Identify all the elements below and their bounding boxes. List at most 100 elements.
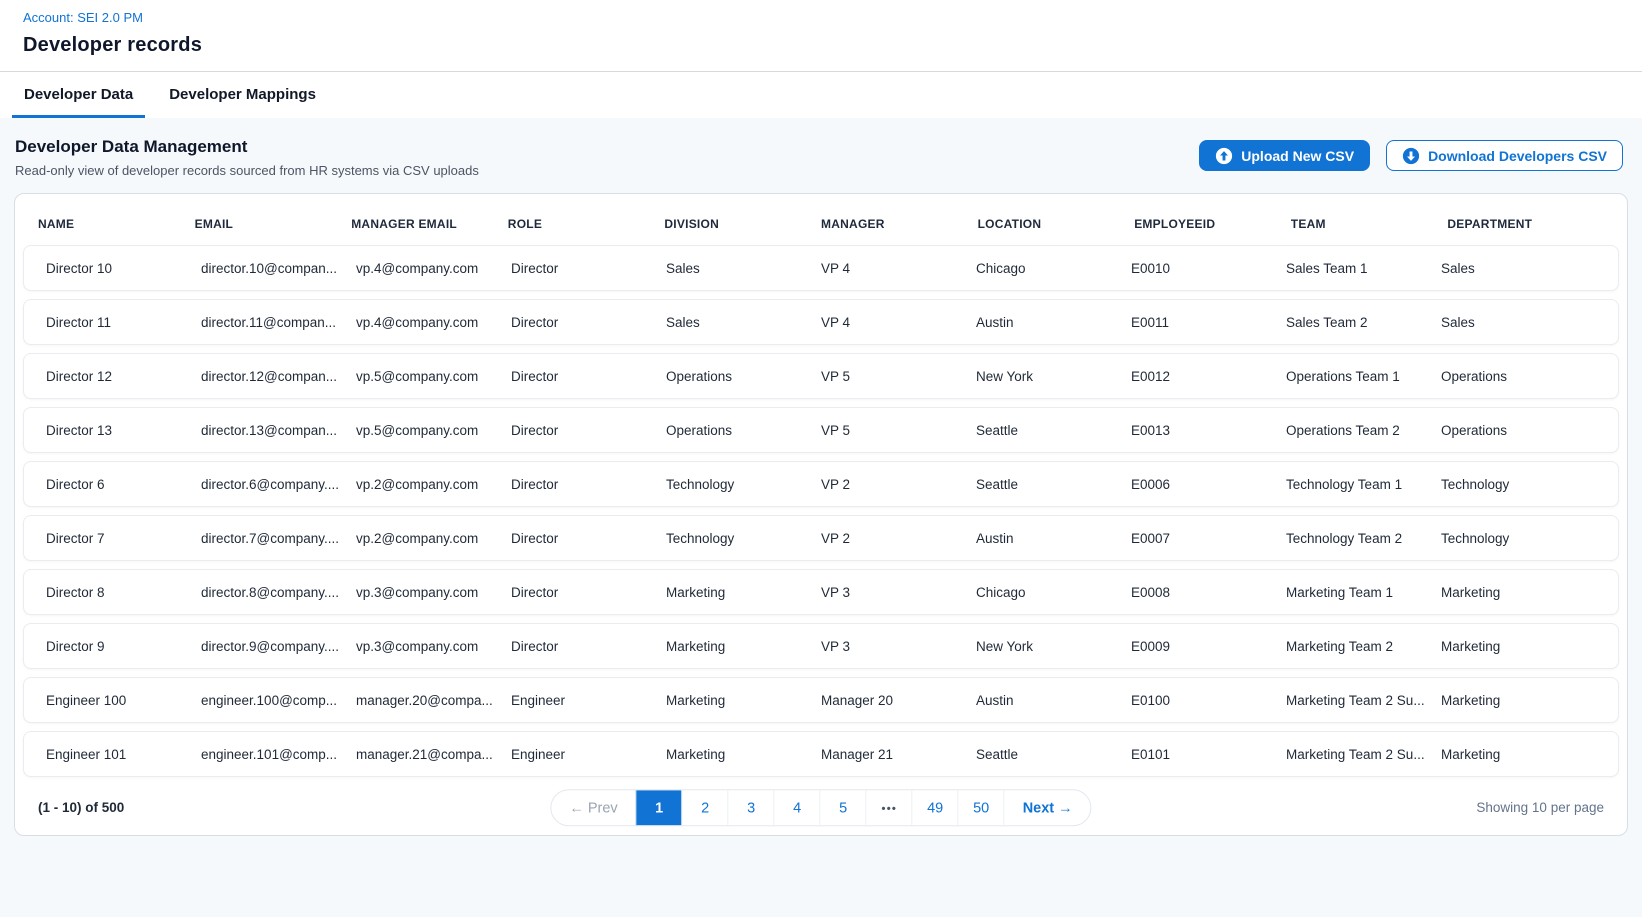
- cell-team: Marketing Team 2 Su...: [1286, 747, 1441, 762]
- table-row: Director 12director.12@compan...vp.5@com…: [23, 353, 1619, 399]
- cell-name: Director 13: [46, 423, 201, 438]
- content-area: Developer Data Management Read-only view…: [0, 118, 1642, 917]
- table-row: Director 6director.6@company....vp.2@com…: [23, 461, 1619, 507]
- table-row: Director 9director.9@company....vp.3@com…: [23, 623, 1619, 669]
- table-row: Engineer 101engineer.101@comp...manager.…: [23, 731, 1619, 777]
- section-title: Developer Data Management: [15, 137, 479, 157]
- cell-team: Technology Team 2: [1286, 531, 1441, 546]
- cell-manager: VP 4: [821, 261, 976, 276]
- cell-team: Operations Team 1: [1286, 369, 1441, 384]
- cell-location: New York: [976, 639, 1131, 654]
- column-header-division: DIVISION: [664, 217, 821, 231]
- cell-manager-email: vp.2@company.com: [356, 477, 511, 492]
- pagination-page-1[interactable]: 1: [636, 790, 682, 825]
- cell-manager-email: vp.5@company.com: [356, 369, 511, 384]
- cell-team: Sales Team 1: [1286, 261, 1441, 276]
- cell-division: Marketing: [666, 639, 821, 654]
- cell-name: Director 11: [46, 315, 201, 330]
- cell-name: Director 9: [46, 639, 201, 654]
- pagination-next-button[interactable]: Next →: [1004, 790, 1091, 825]
- cell-role: Director: [511, 423, 666, 438]
- cell-team: Marketing Team 2: [1286, 639, 1441, 654]
- cell-division: Marketing: [666, 747, 821, 762]
- cell-name: Director 10: [46, 261, 201, 276]
- table-body: Director 10director.10@compan...vp.4@com…: [23, 245, 1619, 777]
- cell-employeeid: E0007: [1131, 531, 1286, 546]
- cell-role: Director: [511, 315, 666, 330]
- tab-developer-mappings[interactable]: Developer Mappings: [157, 72, 328, 118]
- cell-division: Marketing: [666, 585, 821, 600]
- pagination-page-49[interactable]: 49: [912, 790, 958, 825]
- cell-manager-email: vp.4@company.com: [356, 261, 511, 276]
- cell-location: Seattle: [976, 423, 1131, 438]
- cell-manager: VP 4: [821, 315, 976, 330]
- tab-developer-data[interactable]: Developer Data: [12, 72, 145, 118]
- pagination-control: ← Prev12345•••4950Next →: [550, 789, 1091, 826]
- cell-manager: Manager 20: [821, 693, 976, 708]
- cell-manager-email: vp.3@company.com: [356, 639, 511, 654]
- section-header: Developer Data Management Read-only view…: [15, 137, 1627, 178]
- cell-manager: VP 3: [821, 639, 976, 654]
- table-row: Director 7director.7@company....vp.2@com…: [23, 515, 1619, 561]
- pagination-page-50[interactable]: 50: [958, 790, 1004, 825]
- download-developers-csv-button[interactable]: Download Developers CSV: [1386, 140, 1623, 171]
- table-row: Director 8director.8@company....vp.3@com…: [23, 569, 1619, 615]
- cell-location: Chicago: [976, 585, 1131, 600]
- account-breadcrumb-link[interactable]: Account: SEI 2.0 PM: [23, 10, 143, 25]
- cell-employeeid: E0008: [1131, 585, 1286, 600]
- cell-email: director.9@company....: [201, 639, 356, 654]
- cell-department: Marketing: [1441, 747, 1596, 762]
- developer-table-card: NAMEEMAILMANAGER EMAILROLEDIVISIONMANAGE…: [14, 193, 1628, 836]
- pagination-prev-button[interactable]: ← Prev: [551, 790, 635, 825]
- cell-division: Operations: [666, 423, 821, 438]
- column-header-role: ROLE: [508, 217, 665, 231]
- cell-name: Director 6: [46, 477, 201, 492]
- pagination-page-4[interactable]: 4: [774, 790, 820, 825]
- section-subtitle: Read-only view of developer records sour…: [15, 163, 479, 178]
- tab-bar: Developer Data Developer Mappings: [0, 71, 1642, 118]
- column-header-manager: MANAGER: [821, 217, 978, 231]
- cell-role: Director: [511, 639, 666, 654]
- header-actions: Upload New CSV Download Developers CSV: [1199, 140, 1623, 171]
- cell-manager: Manager 21: [821, 747, 976, 762]
- cell-location: Austin: [976, 315, 1131, 330]
- cell-employeeid: E0100: [1131, 693, 1286, 708]
- table-column-header-row: NAMEEMAILMANAGER EMAILROLEDIVISIONMANAGE…: [23, 202, 1619, 245]
- cell-role: Engineer: [511, 747, 666, 762]
- cell-email: engineer.101@comp...: [201, 747, 356, 762]
- cell-department: Sales: [1441, 315, 1596, 330]
- cell-role: Engineer: [511, 693, 666, 708]
- cell-email: director.7@company....: [201, 531, 356, 546]
- cell-department: Marketing: [1441, 639, 1596, 654]
- pagination-page-2[interactable]: 2: [682, 790, 728, 825]
- column-header-employeeid: EMPLOYEEID: [1134, 217, 1291, 231]
- cell-employeeid: E0010: [1131, 261, 1286, 276]
- per-page-label: Showing 10 per page: [1476, 800, 1604, 815]
- cell-location: New York: [976, 369, 1131, 384]
- cell-location: Seattle: [976, 747, 1131, 762]
- cell-department: Technology: [1441, 477, 1596, 492]
- cell-department: Sales: [1441, 261, 1596, 276]
- cell-email: director.8@company....: [201, 585, 356, 600]
- cell-manager-email: manager.20@compa...: [356, 693, 511, 708]
- table-row: Engineer 100engineer.100@comp...manager.…: [23, 677, 1619, 723]
- pagination-ellipsis: •••: [866, 790, 912, 825]
- column-header-location: LOCATION: [978, 217, 1135, 231]
- cell-manager-email: vp.2@company.com: [356, 531, 511, 546]
- cell-name: Engineer 101: [46, 747, 201, 762]
- pagination-page-5[interactable]: 5: [820, 790, 866, 825]
- pagination-page-3[interactable]: 3: [728, 790, 774, 825]
- table-footer: (1 - 10) of 500 ← Prev12345•••4950Next →…: [23, 785, 1619, 835]
- cell-email: director.11@compan...: [201, 315, 356, 330]
- cell-name: Director 8: [46, 585, 201, 600]
- cell-role: Director: [511, 369, 666, 384]
- cell-location: Chicago: [976, 261, 1131, 276]
- cell-department: Operations: [1441, 369, 1596, 384]
- upload-new-csv-button[interactable]: Upload New CSV: [1199, 140, 1370, 171]
- cell-division: Sales: [666, 261, 821, 276]
- cell-employeeid: E0101: [1131, 747, 1286, 762]
- cell-division: Technology: [666, 477, 821, 492]
- table-row: Director 10director.10@compan...vp.4@com…: [23, 245, 1619, 291]
- cell-location: Austin: [976, 531, 1131, 546]
- cell-name: Director 12: [46, 369, 201, 384]
